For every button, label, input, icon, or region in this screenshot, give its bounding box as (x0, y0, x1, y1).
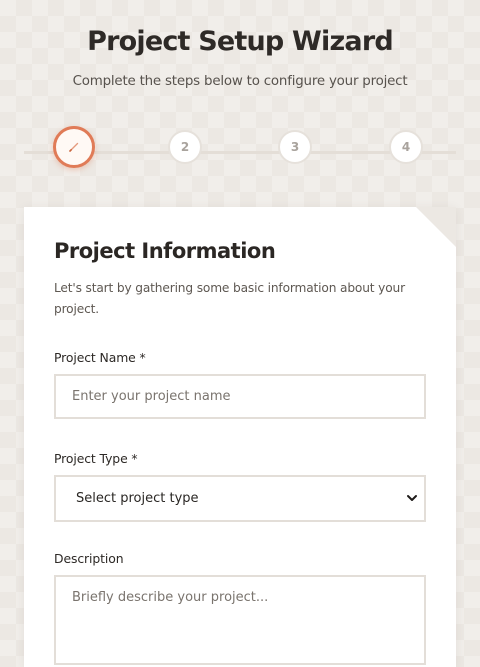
project-type-selected: Select project type (76, 491, 199, 506)
step-4[interactable]: 4 (389, 130, 423, 164)
project-type-label: Project Type * (54, 451, 138, 466)
card-description: Let's start by gathering some basic info… (54, 281, 405, 316)
pencil-icon (69, 142, 79, 152)
step-3-number: 3 (290, 140, 300, 154)
project-info-card: Project Information Let's start by gathe… (24, 207, 456, 667)
card-corner-fold (416, 207, 456, 247)
step-2-number: 2 (180, 140, 190, 154)
project-name-input[interactable] (54, 374, 426, 419)
project-type-select[interactable]: Select project type (54, 475, 426, 522)
page-title: Project Setup Wizard (87, 26, 394, 57)
step-3[interactable]: 3 (278, 130, 312, 164)
description-label: Description (54, 551, 124, 566)
wizard-header: Project Setup Wizard Complete the steps … (0, 0, 480, 89)
card-title: Project Information (54, 239, 276, 263)
step-4-number: 4 (401, 140, 411, 154)
description-textarea[interactable] (54, 575, 426, 665)
page-subtitle: Complete the steps below to configure yo… (72, 74, 408, 89)
step-progress: 2 3 4 (24, 126, 456, 168)
step-1-active[interactable] (53, 126, 95, 168)
chevron-down-icon (407, 495, 417, 501)
project-name-label: Project Name * (54, 350, 146, 365)
step-2[interactable]: 2 (168, 130, 202, 164)
